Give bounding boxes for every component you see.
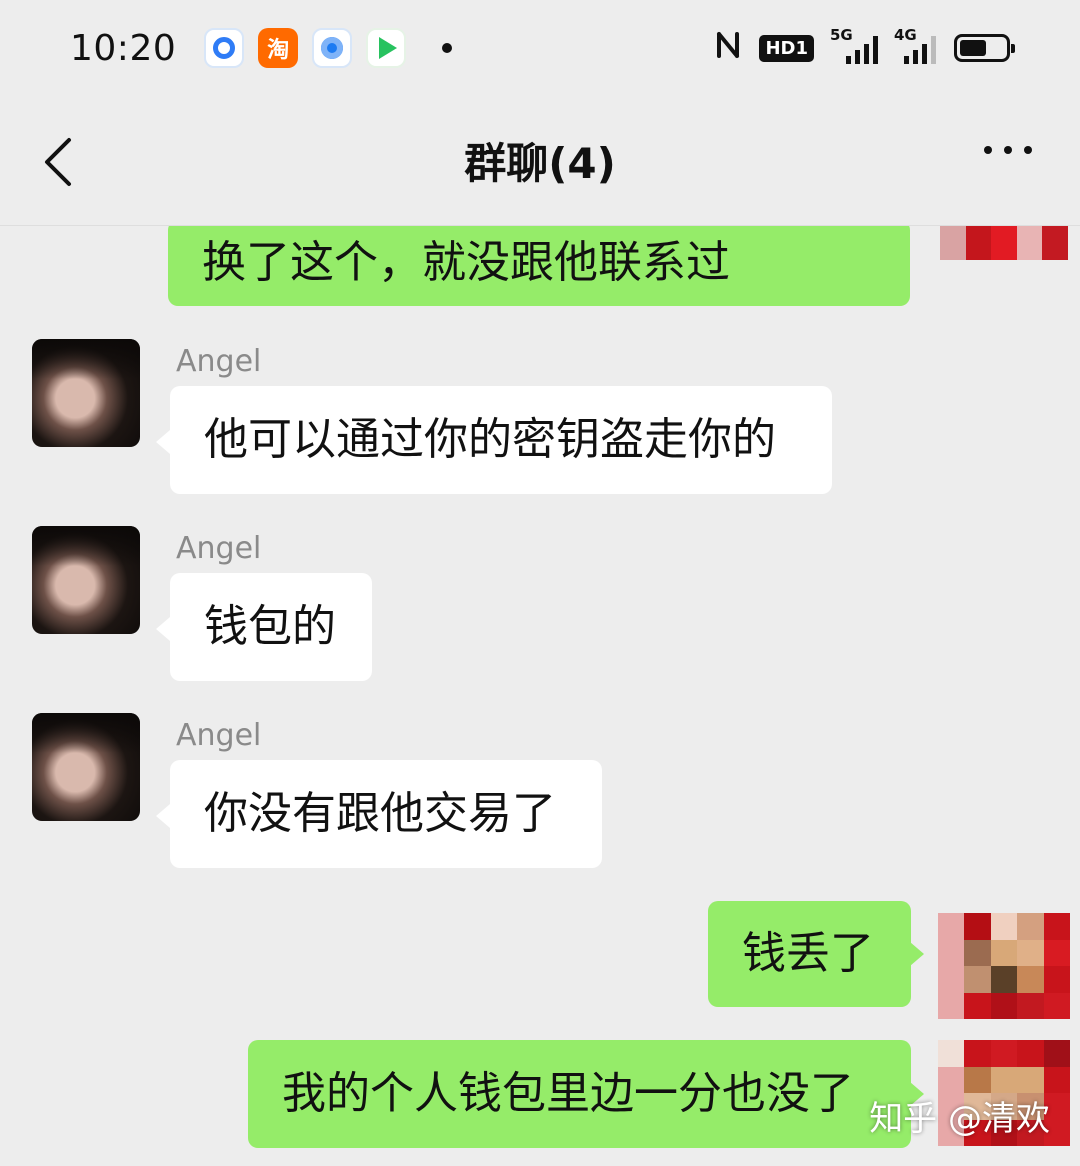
message-bubble[interactable]: 换了这个，就没跟他联系过	[168, 226, 910, 306]
clock: 10:20	[70, 27, 177, 69]
back-button[interactable]	[38, 136, 78, 188]
nfc-icon	[715, 30, 741, 67]
battery-icon	[954, 34, 1015, 62]
sender-name: Angel	[176, 718, 262, 753]
self-avatar[interactable]	[938, 913, 1070, 1019]
sender-name: Angel	[176, 344, 262, 379]
chevron-left-icon	[45, 138, 71, 186]
circle-app-icon	[312, 28, 353, 68]
chat-title: 群聊(4)	[464, 139, 616, 188]
status-bar: 10:20 淘 HD1 5G 4G	[0, 0, 1080, 96]
video-app-icon	[366, 28, 407, 68]
avatar[interactable]	[32, 713, 140, 821]
message-text: 我的个人钱包里边一分也没了	[282, 1068, 854, 1119]
browser-icon	[204, 28, 245, 68]
message-text: 他可以通过你的密钥盗走你的	[204, 414, 776, 465]
message-text: 你没有跟他交易了	[204, 788, 556, 839]
signal-5g-icon: 5G	[830, 26, 878, 64]
signal-4g-icon: 4G	[894, 26, 936, 64]
avatar[interactable]	[32, 526, 140, 634]
more-options-button[interactable]	[984, 146, 1032, 154]
notification-icons: 淘	[204, 28, 453, 68]
self-avatar-partial[interactable]	[940, 226, 1068, 260]
message-bubble[interactable]: 钱丢了	[708, 901, 911, 1007]
avatar[interactable]	[32, 339, 140, 447]
message-text: 钱包的	[204, 601, 336, 652]
chat-messages[interactable]: 换了这个，就没跟他联系过 Angel 他可以通过你的密钥盗走你的 Angel 钱…	[0, 226, 1080, 1166]
more-dot-icon	[984, 146, 992, 154]
message-text: 钱丢了	[742, 928, 874, 979]
hd-voice-icon: HD1	[759, 34, 814, 62]
more-notifications-dot	[442, 43, 453, 53]
chat-header: 群聊(4)	[0, 96, 1080, 226]
taobao-icon: 淘	[258, 28, 299, 68]
system-icons: HD1 5G 4G	[715, 26, 1015, 67]
message-bubble[interactable]: 你没有跟他交易了	[170, 760, 602, 868]
message-bubble[interactable]: 钱包的	[170, 573, 372, 681]
message-bubble[interactable]: 我的个人钱包里边一分也没了	[248, 1040, 911, 1148]
sender-name: Angel	[176, 531, 262, 566]
message-text: 换了这个，就没跟他联系过	[202, 237, 730, 288]
message-bubble[interactable]: 他可以通过你的密钥盗走你的	[170, 386, 832, 494]
watermark: 知乎 @清欢	[869, 1099, 1050, 1139]
